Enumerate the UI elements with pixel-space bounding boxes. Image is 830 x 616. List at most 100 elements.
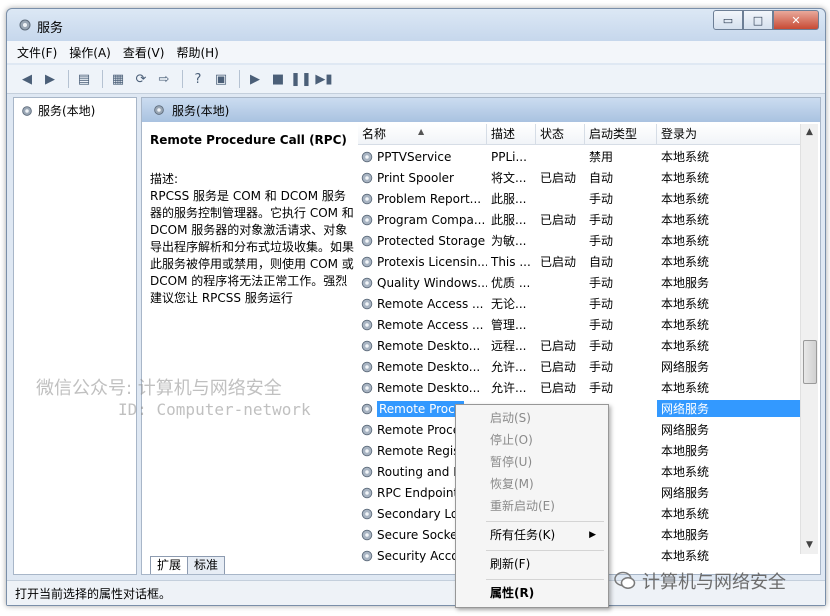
service-startup-type: 手动 [589,213,614,227]
service-name: Program Compa... [377,212,486,227]
table-row[interactable]: Print Spooler 将文... 已启动 自动 本地系统 [358,167,802,188]
table-row[interactable]: Protected Storage 为敏... 手动 本地系统 [358,230,802,251]
table-row[interactable]: Remote Deskto... 远程... 已启动 手动 本地系统 [358,335,802,356]
forward-icon[interactable]: ▶ [40,69,60,89]
service-description: 允许... [491,360,527,374]
toolbar-separator [102,70,103,88]
table-row[interactable]: Remote Access ... 无论... 手动 本地系统 [358,293,802,314]
service-startup-type: 手动 [589,297,614,311]
service-gear-icon [361,445,373,456]
service-description: 无论... [491,297,527,311]
minimize-button[interactable]: ▭ [713,10,743,30]
service-name: RPC Endpoint [377,485,459,500]
service-startup-type: 手动 [589,318,614,332]
menu-view[interactable]: 查看(V) [123,44,165,61]
menu-file[interactable]: 文件(F) [17,44,57,61]
scroll-up-icon[interactable]: ▲ [801,124,818,141]
toolbar: ◀ ▶ ▤ ▦ ⟳ ⇨ ? ▣ ▶ ■ ❚❚ ▶▮ [7,65,825,94]
tree-item-services-local[interactable]: 服务(本地) [20,102,95,119]
service-status: 已启动 [540,381,577,395]
show-hide-tree-icon[interactable]: ▤ [74,69,94,89]
service-log-on-as: 本地系统 [661,234,710,248]
stop-service-icon[interactable]: ■ [268,69,288,89]
service-name: Remote Regist [377,443,465,458]
service-status: 已启动 [540,213,577,227]
service-name: Remote Deskto... [377,380,481,395]
service-name: Remote Access ... [377,296,484,311]
table-row[interactable]: PPTVService PPLi... 禁用 本地系统 [358,146,802,167]
table-row[interactable]: Remote Deskto... 允许... 已启动 手动 网络服务 [358,356,802,377]
service-status: 已启动 [540,360,577,374]
service-startup-type: 手动 [589,360,614,374]
column-description[interactable]: 描述 [487,124,536,144]
properties-icon[interactable]: ▦ [108,69,128,89]
ctx-stop[interactable]: 停止(O) [458,429,604,451]
ctx-restart[interactable]: 重新启动(E) [458,495,604,517]
scroll-thumb[interactable] [803,340,817,384]
pause-service-icon[interactable]: ❚❚ [290,69,312,89]
tab-standard[interactable]: 标准 [187,556,226,574]
service-gear-icon [361,340,373,351]
scroll-down-icon[interactable]: ▼ [801,537,818,554]
service-description: 管理... [491,318,527,332]
column-status[interactable]: 状态 [536,124,585,144]
service-log-on-as: 网络服务 [661,423,710,437]
service-startup-type: 手动 [589,381,614,395]
service-name: Remote Deskto... [377,338,481,353]
service-log-on-as: 网络服务 [661,360,710,374]
menu-action[interactable]: 操作(A) [69,44,111,61]
help-icon[interactable]: ? [188,69,208,89]
description-panel: Remote Procedure Call (RPC) 描述: RPCSS 服务… [146,130,360,554]
vertical-scrollbar[interactable]: ▲ ▼ [800,124,818,554]
ctx-start[interactable]: 启动(S) [458,407,604,429]
table-row[interactable]: Protexis Licensin... This ... 已启动 自动 本地系统 [358,251,802,272]
service-description: 允许... [491,381,527,395]
service-log-on-as: 本地系统 [661,465,710,479]
service-gear-icon [361,529,373,540]
service-startup-type: 手动 [589,276,614,290]
column-name[interactable]: ▲ 名称 [358,124,487,144]
table-row[interactable]: Remote Deskto... 允许... 已启动 手动 本地系统 [358,377,802,398]
service-log-on-as: 本地服务 [661,528,710,542]
list-header: ▲ 名称 描述 状态 启动类型 登录为 [358,124,802,145]
ctx-resume[interactable]: 恢复(M) [458,473,604,495]
menu-help[interactable]: 帮助(H) [176,44,218,61]
column-log-on-as[interactable]: 登录为 [657,124,802,144]
refresh-icon[interactable]: ⟳ [131,69,151,89]
service-gear-icon [361,487,373,498]
back-icon[interactable]: ◀ [17,69,37,89]
ctx-pause[interactable]: 暂停(U) [458,451,604,473]
title-bar[interactable]: 服务 ▭ □ ✕ [7,9,825,41]
service-name: Remote Access ... [377,317,484,332]
table-row[interactable]: Remote Access ... 管理... 手动 本地系统 [358,314,802,335]
service-name-cell: Program Compa... [358,213,487,227]
column-startup-type[interactable]: 启动类型 [585,124,657,144]
ctx-separator [486,550,604,551]
service-name-cell: Remote Deskto... [358,381,487,395]
service-gear-icon [361,298,373,309]
table-row[interactable]: Problem Report... 此服... 手动 本地系统 [358,188,802,209]
ctx-properties[interactable]: 属性(R) [458,582,604,604]
status-text: 打开当前选择的属性对话框。 [15,586,172,601]
restart-service-icon[interactable]: ▶▮ [314,69,334,89]
service-name-cell: Print Spooler [358,171,487,185]
maximize-button[interactable]: □ [743,10,773,30]
tab-extended[interactable]: 扩展 [150,556,189,574]
ctx-refresh[interactable]: 刷新(F) [458,553,604,575]
ctx-all-tasks[interactable]: 所有任务(K) ▶ [458,524,604,546]
service-name: Security Accou [377,548,467,563]
service-name: Protected Storage [377,233,486,248]
services-gear-icon [19,19,31,31]
close-button[interactable]: ✕ [773,10,819,30]
service-log-on-as: 本地系统 [661,213,710,227]
service-name-cell: PPTVService [358,150,487,164]
table-row[interactable]: Program Compa... 此服... 已启动 手动 本地系统 [358,209,802,230]
service-description: This ... [491,254,531,269]
service-name-cell: Problem Report... [358,192,487,206]
service-name: Remote Proce [377,400,465,417]
console-icon[interactable]: ▣ [211,69,231,89]
export-list-icon[interactable]: ⇨ [154,69,174,89]
service-gear-icon [361,403,373,414]
table-row[interactable]: Quality Windows... 优质 ... 手动 本地服务 [358,272,802,293]
start-service-icon[interactable]: ▶ [245,69,265,89]
